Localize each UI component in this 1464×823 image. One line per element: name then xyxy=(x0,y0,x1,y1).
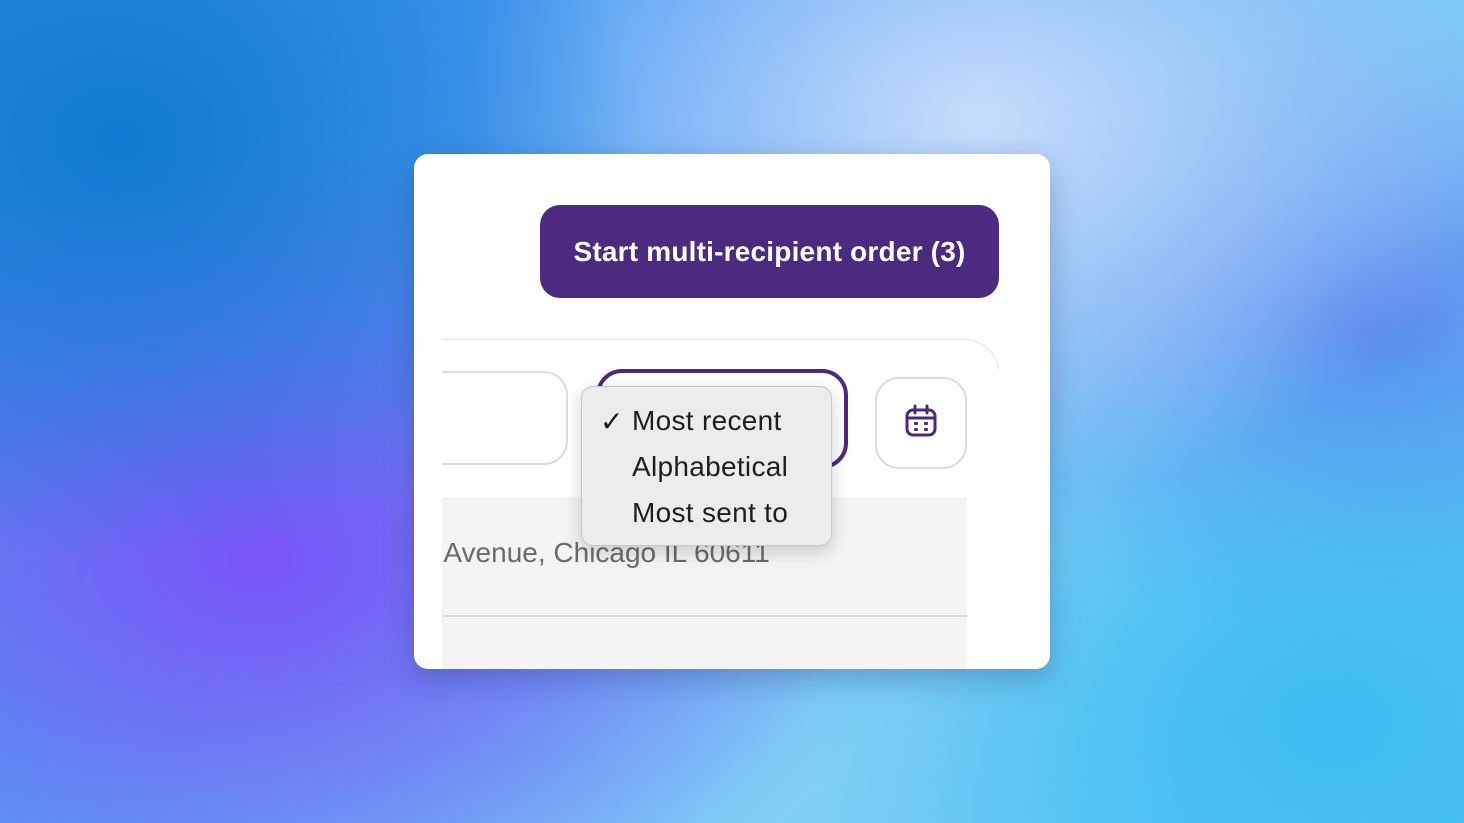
recipient-row[interactable] xyxy=(442,617,967,669)
start-multi-recipient-order-button[interactable]: Start multi-recipient order (3) xyxy=(540,205,999,298)
sort-option-label: Alphabetical xyxy=(632,451,789,482)
sort-option-label: Most sent to xyxy=(632,497,789,528)
sort-option-most-recent[interactable]: ✓ Most recent xyxy=(582,399,831,443)
calendar-icon xyxy=(904,404,938,443)
sort-option-label: Most recent xyxy=(632,405,782,436)
checkmark-icon: ✓ xyxy=(600,404,624,438)
calendar-button[interactable] xyxy=(875,377,967,469)
sort-option-most-sent-to[interactable]: Most sent to xyxy=(582,491,831,535)
sort-dropdown-menu: ✓ Most recent Alphabetical Most sent to xyxy=(581,386,832,546)
sort-option-alphabetical[interactable]: Alphabetical xyxy=(582,445,831,489)
search-input[interactable] xyxy=(442,371,568,465)
